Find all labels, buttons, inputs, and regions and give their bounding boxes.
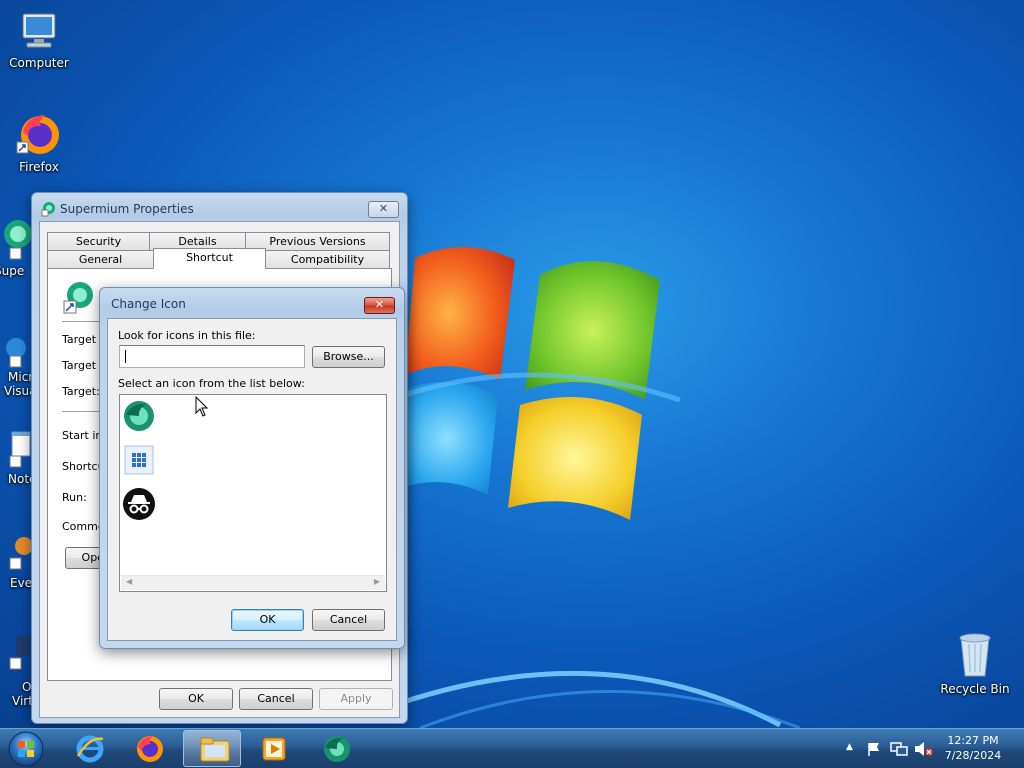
media-player-icon xyxy=(262,737,286,761)
firefox-icon xyxy=(16,115,59,154)
visual-studio-icon xyxy=(6,338,26,368)
incognito-icon xyxy=(123,488,155,520)
ok-button[interactable]: OK xyxy=(159,688,233,710)
notepad-icon xyxy=(9,431,31,468)
desktop-icon-label: Computer xyxy=(9,56,69,70)
close-button[interactable]: ✕ xyxy=(368,201,399,218)
apply-button[interactable]: Apply xyxy=(319,688,393,710)
tab-security[interactable]: Security xyxy=(47,232,150,251)
text-caret xyxy=(125,350,126,363)
change-icon-dialog: Change Icon ✕ Look for icons in this fil… xyxy=(99,287,405,649)
icon-list-item[interactable] xyxy=(122,443,158,479)
target-label: Target: xyxy=(62,385,100,398)
desktop-icon-recycle-bin[interactable]: Recycle Bin xyxy=(936,630,1014,696)
taskbar-supermium[interactable] xyxy=(307,730,365,767)
change-icon-titlebar[interactable]: Change Icon ✕ xyxy=(100,288,404,318)
horizontal-scrollbar[interactable]: ◀ ▶ xyxy=(121,575,385,590)
computer-icon xyxy=(22,13,56,48)
taskbar-internet-explorer[interactable] xyxy=(60,730,118,767)
chevron-up-icon: ▲ xyxy=(846,742,853,752)
supermium-icon xyxy=(124,401,154,431)
scroll-left-icon[interactable]: ◀ xyxy=(126,577,132,586)
windows-logo-wallpaper xyxy=(390,246,681,520)
close-icon: ✕ xyxy=(378,202,389,215)
clock-time: 12:27 PM xyxy=(947,734,999,747)
app-grid-icon xyxy=(124,445,154,475)
start-button[interactable] xyxy=(6,730,46,768)
browse-button[interactable]: Browse... xyxy=(312,346,385,368)
desktop-icon-computer[interactable]: Computer xyxy=(0,8,78,70)
mouse-cursor-icon xyxy=(195,396,209,417)
close-button[interactable]: ✕ xyxy=(364,297,395,314)
taskbar-file-explorer[interactable] xyxy=(183,730,241,767)
desktop-icon-label: Firefox xyxy=(19,160,59,174)
action-center-flag-icon[interactable] xyxy=(866,741,882,757)
look-for-icons-label: Look for icons in this file: xyxy=(118,329,256,342)
clock[interactable]: 12:27 PM 7/28/2024 xyxy=(928,733,1018,763)
desktop-icon-firefox[interactable]: Firefox xyxy=(0,110,78,174)
wallpaper-swoosh xyxy=(380,670,800,728)
file-explorer-icon xyxy=(200,737,230,762)
tab-general[interactable]: General xyxy=(47,250,154,269)
recycle-bin-icon xyxy=(959,633,991,677)
icon-file-input[interactable] xyxy=(119,345,305,368)
clock-date: 7/28/2024 xyxy=(944,749,1002,762)
taskbar-firefox[interactable] xyxy=(120,730,178,767)
everything-icon xyxy=(9,537,33,570)
cancel-button[interactable]: Cancel xyxy=(239,688,313,710)
firefox-icon xyxy=(137,736,163,762)
icon-list-item[interactable] xyxy=(122,399,158,435)
desktop-icon-label: Recycle Bin xyxy=(940,682,1010,696)
change-icon-title: Change Icon xyxy=(111,297,186,311)
close-icon: ✕ xyxy=(374,298,385,311)
scroll-right-icon[interactable]: ▶ xyxy=(374,577,380,586)
virtualbox-icon xyxy=(9,636,30,670)
desktop: Computer Firefox Supe Micr Visua xyxy=(0,0,1024,728)
icon-list[interactable]: ◀ ▶ xyxy=(119,394,387,592)
select-icon-label: Select an icon from the list below: xyxy=(118,377,305,390)
network-icon[interactable] xyxy=(890,741,908,757)
run-label: Run: xyxy=(62,491,87,504)
internet-explorer-icon xyxy=(76,735,104,763)
show-hidden-icons-button[interactable]: ▲ xyxy=(846,742,853,752)
tab-previous-versions[interactable]: Previous Versions xyxy=(245,232,390,251)
properties-title: Supermium Properties xyxy=(60,202,194,216)
cancel-button[interactable]: Cancel xyxy=(312,609,385,631)
properties-titlebar[interactable]: Supermium Properties ✕ xyxy=(32,193,407,223)
icon-list-item[interactable] xyxy=(122,487,158,523)
taskbar: ▲ 12:27 PM 7/28/2024 xyxy=(0,728,1024,768)
supermium-icon xyxy=(324,736,350,762)
supermium-icon xyxy=(63,282,93,314)
tab-compatibility[interactable]: Compatibility xyxy=(265,250,390,269)
tab-shortcut[interactable]: Shortcut xyxy=(153,248,266,269)
ok-button[interactable]: OK xyxy=(231,609,304,631)
taskbar-media-player[interactable] xyxy=(244,730,302,767)
supermium-icon xyxy=(41,202,55,217)
supermium-icon xyxy=(4,220,32,260)
change-icon-client: Look for icons in this file: Browse... S… xyxy=(107,318,397,641)
